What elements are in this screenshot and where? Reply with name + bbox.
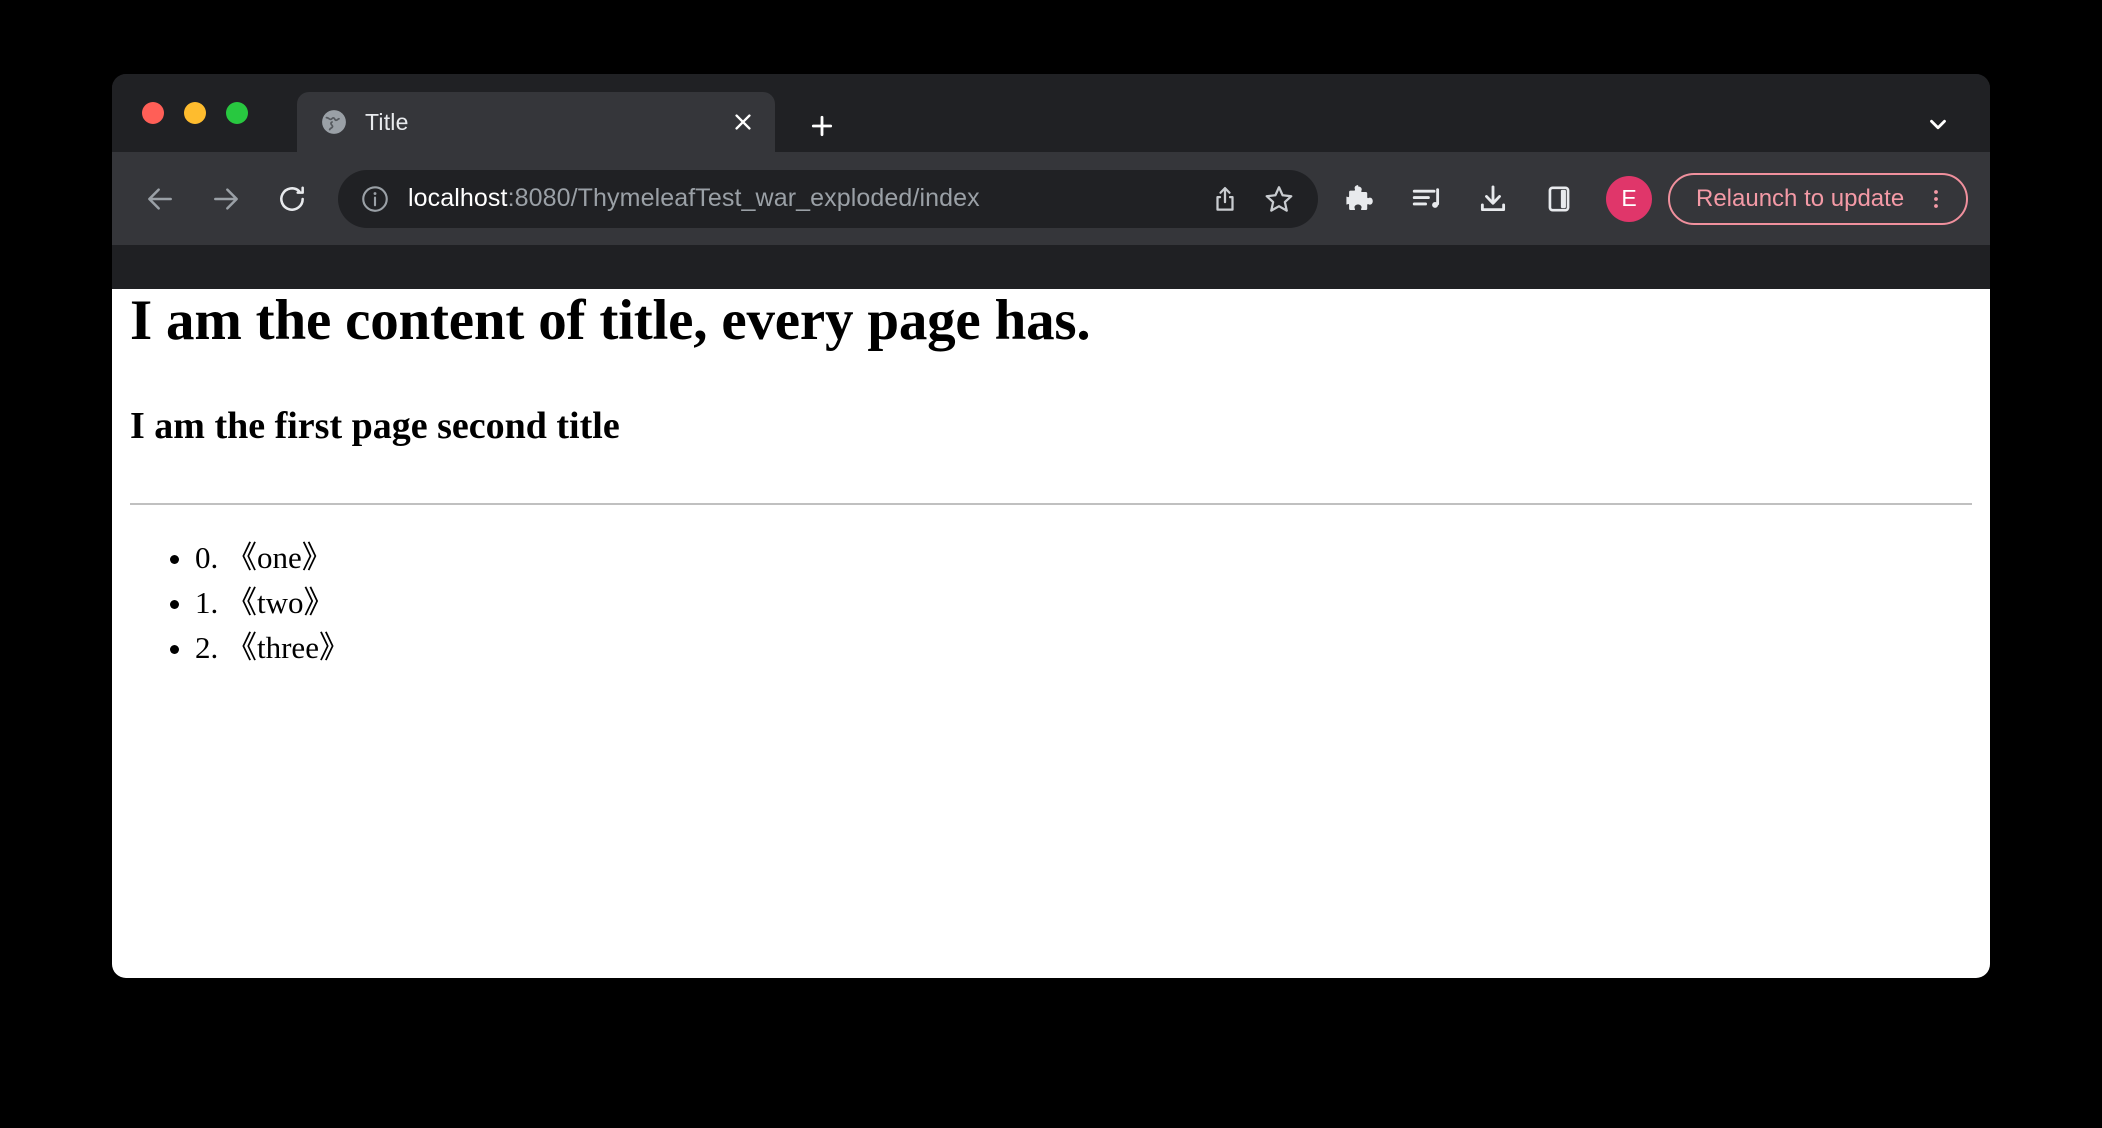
list-item: 2. 《three》: [195, 625, 1972, 670]
three-dot-menu-icon: [1934, 189, 1939, 208]
page-heading-primary: I am the content of title, every page ha…: [130, 289, 1091, 352]
content-divider: [130, 502, 1972, 505]
url-host: localhost: [408, 184, 508, 212]
star-icon: [1265, 185, 1293, 212]
forward-button[interactable]: [204, 177, 248, 221]
arrow-right-icon: [214, 187, 238, 210]
relaunch-to-update-button[interactable]: Relaunch to update: [1668, 172, 1969, 225]
arrow-left-icon: [148, 187, 172, 210]
download-arrow-icon: [1480, 185, 1506, 211]
address-bar-url[interactable]: localhost:8080/ThymeleafTest_war_explode…: [408, 184, 1202, 213]
window-close-button[interactable]: [142, 102, 164, 124]
plus-icon: [811, 115, 833, 137]
toolbar-actions: E Relaunch to update: [1336, 172, 1990, 225]
page-content: I am the content of title, every page ha…: [112, 289, 1990, 978]
puzzle-piece-icon: [1346, 184, 1373, 210]
chevron-down-icon: [1930, 119, 1946, 130]
share-icon: [1216, 186, 1234, 211]
relaunch-to-update-label: Relaunch to update: [1696, 184, 1905, 212]
window-maximize-button[interactable]: [226, 102, 248, 124]
tab-close-button[interactable]: [723, 102, 763, 142]
item-list: 0. 《one》 1. 《two》 2. 《three》: [130, 535, 1972, 671]
browser-menu-button[interactable]: [1914, 177, 1958, 221]
avatar-initial: E: [1621, 185, 1637, 211]
reload-icon: [280, 186, 304, 211]
url-path: :8080/ThymeleafTest_war_exploded/index: [507, 184, 980, 212]
tab-title: Title: [365, 108, 409, 135]
close-icon: [735, 114, 751, 130]
list-item: 0. 《one》: [195, 535, 1972, 580]
info-icon[interactable]: [360, 184, 390, 214]
browser-window: Title localhost:8080/ThymeleafTest_war_e…: [112, 74, 1990, 978]
globe-icon: [322, 110, 346, 134]
back-button[interactable]: [138, 177, 182, 221]
share-button[interactable]: [1202, 176, 1248, 222]
new-tab-button[interactable]: [802, 106, 842, 146]
playlist-music-icon: [1412, 187, 1440, 208]
address-bar[interactable]: localhost:8080/ThymeleafTest_war_explode…: [338, 169, 1318, 228]
page-heading-secondary: I am the first page second title: [130, 404, 620, 447]
download-icon[interactable]: [1468, 174, 1518, 224]
bookmark-button[interactable]: [1256, 176, 1302, 222]
list-item: 1. 《two》: [195, 580, 1972, 625]
tab-list-chevron-button[interactable]: [1920, 106, 1956, 142]
avatar[interactable]: E: [1606, 175, 1652, 222]
tab-strip: Title: [112, 74, 1990, 152]
reload-button[interactable]: [270, 177, 314, 221]
side-panel-icon[interactable]: [1534, 174, 1584, 224]
window-controls: [142, 102, 248, 124]
browser-tab-active[interactable]: Title: [297, 92, 775, 152]
media-playlist-icon[interactable]: [1402, 174, 1452, 224]
extensions-icon[interactable]: [1336, 174, 1386, 224]
side-panel-toggle-icon: [1548, 185, 1570, 212]
browser-toolbar: localhost:8080/ThymeleafTest_war_explode…: [112, 152, 1990, 245]
window-minimize-button[interactable]: [184, 102, 206, 124]
